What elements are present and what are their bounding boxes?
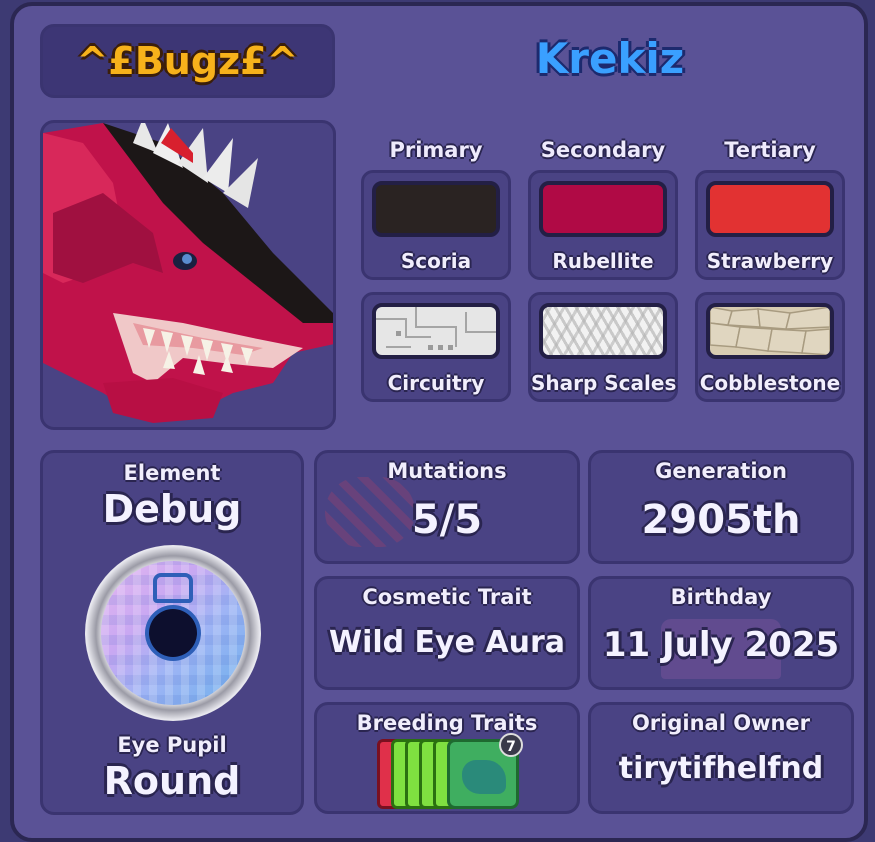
secondary-header: Secondary	[540, 138, 666, 162]
birthday-label: Birthday	[670, 585, 772, 609]
bug-icon	[153, 573, 193, 603]
generation-label: Generation	[655, 459, 787, 483]
mutations-label: Mutations	[387, 459, 507, 483]
primary-header: Primary	[389, 138, 483, 162]
trait-count-badge: 7	[499, 733, 523, 757]
tertiary-header: Tertiary	[724, 138, 816, 162]
secondary-pattern-name: Sharp Scales	[531, 371, 677, 395]
mutations-panel: Mutations 5/5	[314, 450, 580, 564]
generation-panel: Generation 2905th	[588, 450, 854, 564]
element-panel: Element Debug Eye Pupil Round	[40, 450, 304, 815]
owner-tag-text: ^£Bugz£^	[76, 39, 299, 83]
creature-portrait	[40, 120, 336, 430]
creature-name: Krekiz	[535, 34, 685, 83]
dragon-head-image	[43, 123, 333, 423]
tertiary-color-card[interactable]: Strawberry	[695, 170, 845, 280]
tertiary-pattern-name: Cobblestone	[699, 371, 841, 395]
primary-pattern-name: Circuitry	[387, 371, 485, 395]
sharp-scales-pattern-swatch	[539, 303, 667, 359]
birthday-value: 11 July 2025	[602, 625, 840, 665]
cobblestone-pattern-swatch	[706, 303, 834, 359]
original-owner-value: tirytifhelfnd	[618, 751, 824, 786]
secondary-color-card[interactable]: Rubellite	[528, 170, 678, 280]
mutations-value: 5/5	[411, 497, 483, 543]
primary-color-name: Scoria	[400, 249, 472, 273]
secondary-color-swatch	[539, 181, 667, 237]
breeding-card-stack[interactable]: 7	[377, 733, 527, 813]
dragon-trait-icon	[462, 760, 506, 794]
breeding-traits-label: Breeding Traits	[356, 711, 538, 735]
cosmetic-trait-label: Cosmetic Trait	[362, 585, 532, 609]
tertiary-color-name: Strawberry	[706, 249, 834, 273]
cosmetic-trait-panel: Cosmetic Trait Wild Eye Aura	[314, 576, 580, 690]
primary-color-swatch	[372, 181, 500, 237]
primary-color-card[interactable]: Scoria	[361, 170, 511, 280]
owner-tag-panel: ^£Bugz£^	[40, 24, 335, 98]
element-label: Element	[123, 461, 221, 485]
generation-value: 2905th	[641, 497, 801, 543]
circuitry-pattern-swatch	[372, 303, 500, 359]
tertiary-pattern-card[interactable]: Cobblestone	[695, 292, 845, 402]
original-owner-label: Original Owner	[631, 711, 811, 735]
secondary-pattern-card[interactable]: Sharp Scales	[528, 292, 678, 402]
cosmetic-trait-value: Wild Eye Aura	[328, 625, 566, 660]
original-owner-panel: Original Owner tirytifhelfnd	[588, 702, 854, 814]
pupil	[149, 609, 197, 657]
eye-pupil-value: Round	[103, 759, 241, 803]
primary-pattern-card[interactable]: Circuitry	[361, 292, 511, 402]
element-value: Debug	[102, 487, 242, 531]
secondary-color-name: Rubellite	[552, 249, 654, 273]
tertiary-color-swatch	[706, 181, 834, 237]
eye-pupil-label: Eye Pupil	[117, 733, 227, 757]
breeding-traits-panel: Breeding Traits 7	[314, 702, 580, 814]
birthday-panel: Birthday 11 July 2025	[588, 576, 854, 690]
